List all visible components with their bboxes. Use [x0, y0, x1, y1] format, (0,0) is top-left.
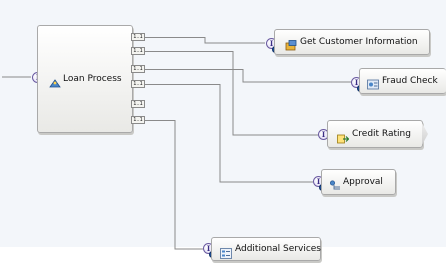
reference-terminal[interactable]: 1..1	[131, 33, 145, 41]
component-label: Credit Rating	[352, 129, 411, 139]
loan-process-icon	[49, 73, 61, 88]
component-label: Get Customer Information	[300, 37, 418, 47]
wire-credit-rating	[145, 51, 318, 136]
wire-additional-services	[145, 120, 203, 250]
component-label: Additional Services	[235, 244, 321, 254]
java-component-icon	[285, 36, 297, 51]
approval-node[interactable]: Approval	[321, 169, 396, 195]
reference-terminal[interactable]: 1..1	[131, 116, 145, 124]
selector-icon	[220, 244, 232, 259]
additional-services-node[interactable]: Additional Services	[211, 237, 321, 261]
get-customer-information-node[interactable]: Get Customer Information	[274, 29, 430, 55]
reference-terminal[interactable]: 1..1	[131, 47, 145, 55]
reference-terminal[interactable]: 1..1	[131, 100, 145, 108]
human-task-icon	[329, 176, 341, 190]
loan-process-node[interactable]: Loan Process	[37, 25, 133, 133]
state-machine-icon	[367, 75, 379, 90]
component-label: Approval	[343, 177, 383, 187]
assembly-diagram: I Loan Process 1..1 1..1 1..1 1..1 1..1 …	[0, 0, 446, 263]
fraud-check-node[interactable]: Fraud Check	[359, 68, 446, 94]
wire-approval	[145, 84, 313, 183]
component-label: Fraud Check	[382, 76, 438, 86]
credit-rating-node[interactable]: Credit Rating	[327, 120, 423, 148]
rule-group-icon	[337, 129, 350, 144]
process-label: Loan Process	[63, 74, 122, 84]
wire-fraud-check	[145, 69, 351, 83]
reference-terminal[interactable]: 1..1	[131, 65, 145, 73]
reference-terminal[interactable]: 1..1	[131, 80, 145, 88]
wire-get-customer-information	[145, 37, 265, 44]
